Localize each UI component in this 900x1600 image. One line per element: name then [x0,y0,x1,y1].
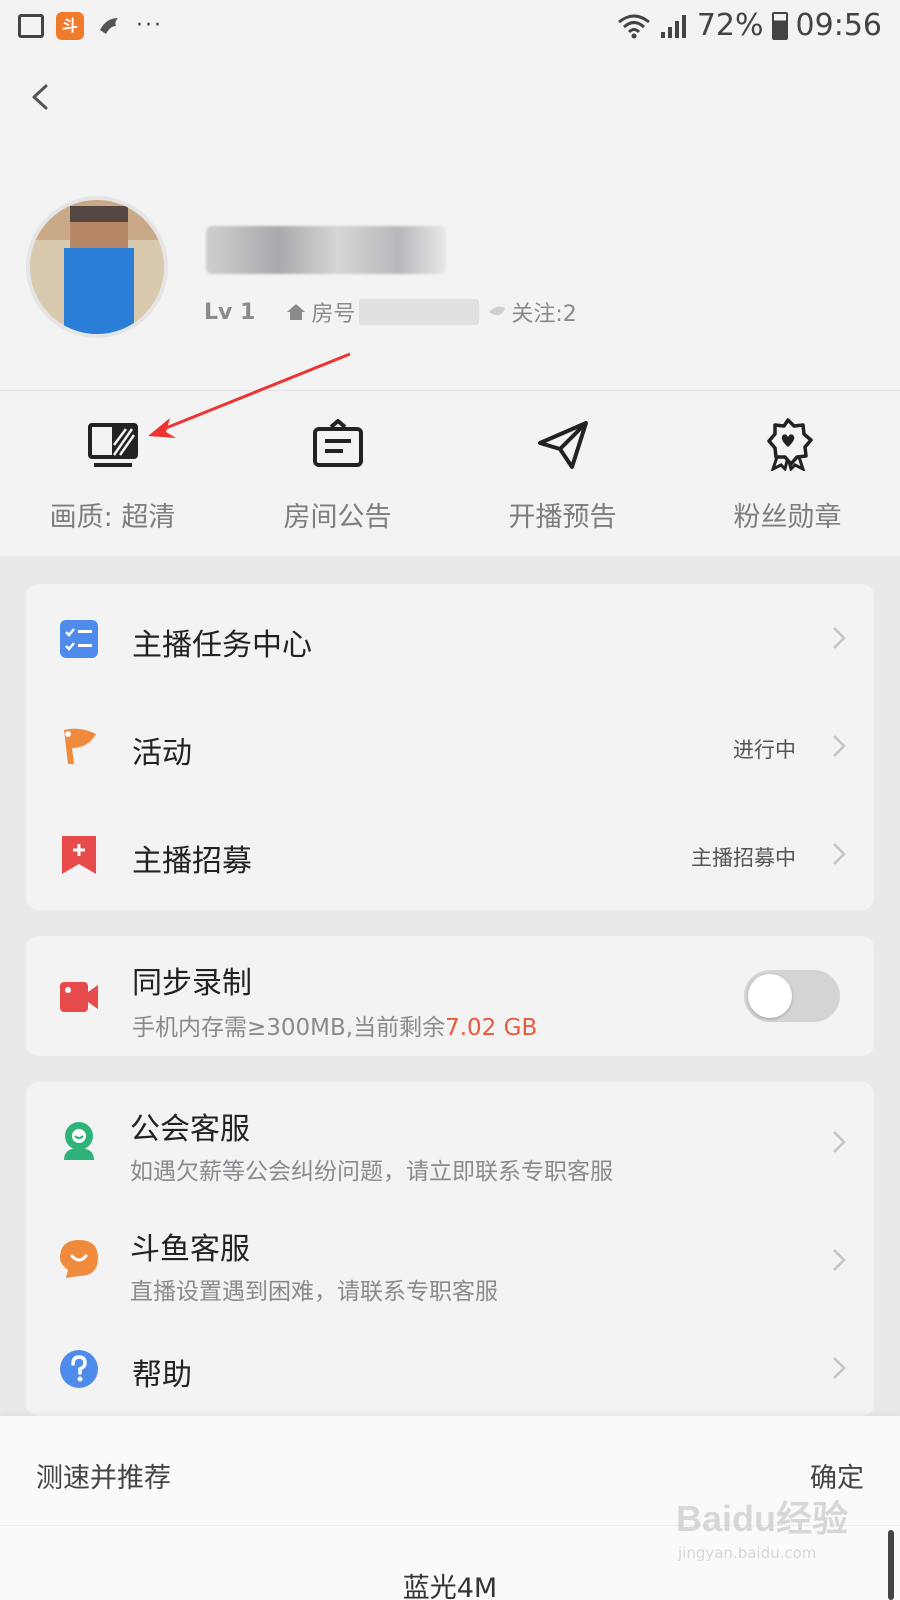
sync-record-toggle[interactable] [744,970,840,1022]
guild-service-subtitle: 如遇欠薪等公会纠纷问题，请立即联系专职客服 [130,1159,613,1185]
sync-record-card: 同步录制 手机内存需≥300MB,当前剩余7.02 GB [26,936,874,1056]
watermark-main: Baidu经验 [676,1498,849,1539]
menu-row-guild-service[interactable]: 公会客服 如遇欠薪等公会纠纷问题，请立即联系专职客服 [26,1082,874,1202]
back-arrow-icon[interactable] [26,82,56,112]
gallery-icon [18,14,44,38]
status-bar: 斗 ··· 72% 09:56 [0,0,900,56]
recruit-bookmark-icon [62,836,96,874]
sync-record-subtitle: 手机内存需≥300MB,当前剩余7.02 GB [132,1008,537,1042]
fan-medal-icon [767,418,813,471]
service-card: 公会客服 如遇欠薪等公会纠纷问题，请立即联系专职客服 斗鱼客服 直播设置遇到困难… [26,1082,874,1416]
activity-status: 进行中 [733,738,796,762]
chevron-right-icon [833,627,846,649]
follow-icon [489,306,506,316]
profile-meta: Lv 1 房号 关注:2 [204,296,577,328]
profile-header: Lv 1 房号 关注:2 [0,56,900,390]
picker-scrollbar[interactable] [888,1530,894,1600]
signal-icon [660,14,686,38]
shark-app-icon [100,18,118,34]
username-redacted [206,226,446,274]
quality-action[interactable]: 画质: 超清 [0,391,225,557]
chevron-right-icon [833,735,846,757]
home-icon [287,304,306,320]
douyu-service-subtitle: 直播设置遇到困难，请联系专职客服 [130,1279,498,1305]
quality-label: 画质: 超清 [49,502,176,533]
recruit-status: 主播招募中 [691,846,796,870]
chevron-right-icon [833,1249,846,1271]
fan-medal-action[interactable]: 粉丝勋章 [675,391,900,557]
help-title: 帮助 [132,1358,192,1393]
announcement-label: 房间公告 [283,502,392,533]
storage-requirement: 手机内存需≥300MB,当前剩余 [132,1015,446,1041]
app-notification-icon: 斗 [56,12,84,40]
quick-actions: 画质: 超清 房间公告 开播预告 粉丝勋章 [0,390,900,556]
baidu-watermark: Baidu经验 jingyan.baidu.com [676,1490,876,1590]
guild-service-title: 公会客服 [130,1112,250,1147]
wifi-icon [617,14,650,38]
menu-row-recruit[interactable]: 主播招募 主播招募中 [26,800,874,908]
douyu-service-title: 斗鱼客服 [130,1232,250,1267]
fan-medal-label: 粉丝勋章 [733,502,842,533]
watermark-sub: jingyan.baidu.com [678,1544,817,1562]
anchor-menu-card: 主播任务中心 活动 进行中 主播招募 主播招募中 [26,584,874,910]
free-space-value: 7.02 GB [445,1015,538,1041]
guild-service-icon [64,1122,94,1160]
announcement-icon [313,419,363,467]
task-center-title: 主播任务中心 [132,628,312,663]
flag-icon [64,728,96,764]
schedule-action[interactable]: 开播预告 [450,391,675,557]
avatar[interactable] [26,196,168,338]
system-status: 72% 09:56 [617,8,882,43]
video-quality-icon [88,423,138,467]
menu-row-activity[interactable]: 活动 进行中 [26,692,874,800]
douyu-service-icon [60,1240,98,1278]
toggle-knob [748,974,792,1018]
activity-title: 活动 [132,736,192,771]
help-icon [60,1350,98,1388]
follow-count[interactable]: 关注:2 [511,296,576,328]
menu-row-task-center[interactable]: 主播任务中心 [26,584,874,692]
schedule-label: 开播预告 [508,502,617,533]
battery-percent: 72% [696,8,764,43]
paper-plane-icon [538,421,588,469]
clock: 09:56 [795,8,882,43]
room-number-redacted [359,299,480,325]
sync-record-row: 同步录制 手机内存需≥300MB,当前剩余7.02 GB [26,936,874,1056]
speed-test-button[interactable]: 测速并推荐 [36,1456,171,1495]
chevron-right-icon [833,843,846,865]
level-badge: Lv 1 [204,299,256,325]
menu-row-douyu-service[interactable]: 斗鱼客服 直播设置遇到困难，请联系专职客服 [26,1202,874,1320]
notification-icons: 斗 ··· [18,12,163,40]
room-label: 房号 [311,302,356,327]
sync-record-title: 同步录制 [132,966,252,1001]
announcement-action[interactable]: 房间公告 [225,391,450,557]
chevron-right-icon [833,1131,846,1153]
chevron-right-icon [833,1357,846,1379]
recruit-title: 主播招募 [132,844,252,879]
more-notifications-icon: ··· [136,13,163,38]
task-list-icon [60,620,98,658]
menu-row-help[interactable]: 帮助 [26,1320,874,1416]
video-camera-icon [60,982,98,1012]
battery-icon [771,11,788,40]
